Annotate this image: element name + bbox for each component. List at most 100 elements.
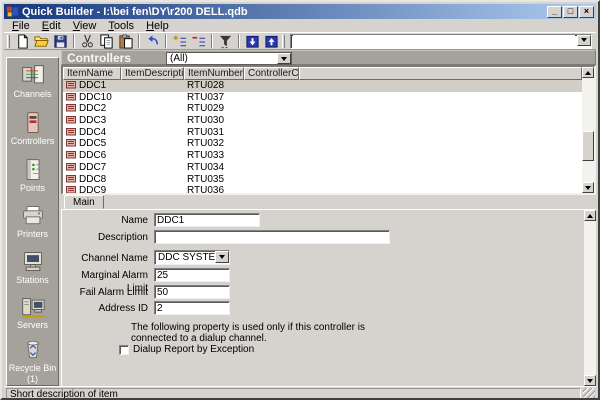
paste-button[interactable] bbox=[116, 33, 135, 49]
dialup-report-label: Dialup Report by Exception bbox=[133, 344, 254, 355]
cell-itemname: DDC2 bbox=[79, 103, 106, 114]
upload-button[interactable] bbox=[262, 33, 281, 49]
dialup-note-line1: The following property is used only if t… bbox=[131, 322, 365, 333]
table-row[interactable]: DDC1 RTU028 bbox=[63, 80, 594, 92]
cell-itemdescription bbox=[121, 185, 184, 195]
column-header-controllerchannel[interactable]: ControllerChann... bbox=[244, 67, 299, 80]
menu-help[interactable]: Help bbox=[140, 19, 175, 33]
cell-itemname: DDC7 bbox=[79, 162, 106, 173]
toolbar-gripper[interactable] bbox=[7, 35, 10, 48]
sidebar-item-recycle-bin[interactable]: Recycle Bin (1) bbox=[7, 338, 58, 384]
recycle-bin-count: (1) bbox=[7, 374, 58, 384]
table-row[interactable]: DDC7 RTU034 bbox=[63, 162, 594, 174]
list-scrollbar[interactable] bbox=[582, 67, 594, 193]
add-items-button[interactable] bbox=[170, 33, 189, 49]
open-button[interactable] bbox=[32, 33, 51, 49]
copy-button[interactable] bbox=[97, 33, 116, 49]
remove-items-icon bbox=[191, 34, 206, 49]
table-row[interactable]: DDC6 RTU033 bbox=[63, 150, 594, 162]
menu-file[interactable]: File bbox=[6, 19, 36, 33]
filter-combobox[interactable]: (All) bbox=[166, 52, 292, 65]
detail-scrollbar[interactable] bbox=[584, 210, 596, 386]
menu-edit[interactable]: Edit bbox=[36, 19, 67, 33]
cell-itemname: DDC4 bbox=[79, 127, 106, 138]
scroll-down-button[interactable] bbox=[584, 375, 596, 386]
scroll-down-button[interactable] bbox=[582, 182, 594, 193]
toolbar-combo-drop-button[interactable] bbox=[577, 35, 591, 46]
sidebar-item-controllers[interactable]: Controllers bbox=[7, 111, 58, 146]
remove-items-button[interactable] bbox=[189, 33, 208, 49]
table-row[interactable]: DDC10 RTU037 bbox=[63, 92, 594, 104]
scroll-up-button[interactable] bbox=[582, 67, 594, 78]
new-button[interactable] bbox=[13, 33, 32, 49]
sidebar-item-servers[interactable]: Servers bbox=[7, 295, 58, 330]
name-label: Name bbox=[62, 214, 148, 227]
undo-button[interactable] bbox=[143, 33, 162, 49]
arrow-up-icon bbox=[587, 214, 593, 218]
cut-button[interactable] bbox=[78, 33, 97, 49]
scrollbar-thumb[interactable] bbox=[582, 131, 594, 161]
table-row[interactable]: DDC3 RTU030 bbox=[63, 115, 594, 127]
minimize-button[interactable]: _ bbox=[547, 6, 562, 18]
name-field[interactable] bbox=[155, 214, 259, 226]
sidebar-item-printers[interactable]: Printers bbox=[7, 204, 58, 239]
close-button[interactable]: × bbox=[579, 6, 594, 18]
title-bar[interactable]: Quick Builder - I:\bei fen\DY\r200 DELL.… bbox=[4, 4, 596, 19]
description-label: Description bbox=[62, 231, 148, 244]
cell-itemdescription bbox=[121, 127, 184, 139]
fail-alarm-limit-field[interactable] bbox=[155, 286, 229, 298]
cell-itemnumber: RTU030 bbox=[184, 115, 244, 127]
scroll-up-button[interactable] bbox=[584, 210, 596, 221]
body: Channels Controllers bbox=[4, 50, 596, 386]
recycle-bin-icon bbox=[19, 338, 47, 362]
cell-itemname: DDC3 bbox=[79, 115, 106, 126]
dialup-report-checkbox[interactable] bbox=[119, 345, 129, 355]
copy-icon bbox=[99, 34, 114, 49]
sidebar-item-stations[interactable]: Stations bbox=[7, 250, 58, 285]
table-row[interactable]: DDC9 RTU036 bbox=[63, 185, 594, 195]
cell-itemnumber: RTU036 bbox=[184, 185, 244, 195]
toolbar-combo-input[interactable] bbox=[293, 35, 575, 46]
column-header-itemdescription[interactable]: ItemDescription bbox=[121, 67, 184, 80]
cell-itemnumber: RTU035 bbox=[184, 174, 244, 186]
resize-grip-icon[interactable] bbox=[583, 388, 595, 400]
download-icon bbox=[245, 34, 260, 49]
channel-name-drop-button[interactable] bbox=[215, 251, 229, 263]
printers-icon bbox=[19, 204, 47, 228]
download-button[interactable] bbox=[243, 33, 262, 49]
tab-main[interactable]: Main bbox=[64, 195, 104, 209]
column-header-itemname[interactable]: ItemName bbox=[63, 67, 121, 80]
sidebar-label: Controllers bbox=[7, 136, 58, 146]
toolbar-separator bbox=[211, 34, 213, 48]
address-id-field-wrap bbox=[154, 301, 230, 315]
table-row[interactable]: DDC4 RTU031 bbox=[63, 127, 594, 139]
channel-name-select[interactable]: DDC SYSTEM bbox=[154, 250, 230, 265]
filter-button[interactable] bbox=[216, 33, 235, 49]
table-row[interactable]: DDC5 RTU032 bbox=[63, 138, 594, 150]
sidebar-label: Stations bbox=[7, 275, 58, 285]
save-button[interactable] bbox=[51, 33, 70, 49]
cell-itemname: DDC8 bbox=[79, 174, 106, 185]
toolbar-gripper[interactable] bbox=[282, 35, 285, 48]
sidebar-item-points[interactable]: Points bbox=[7, 158, 58, 193]
maximize-button[interactable]: □ bbox=[563, 6, 578, 18]
cell-controllerchannel bbox=[244, 138, 299, 150]
sidebar-panel: Channels Controllers bbox=[6, 57, 59, 386]
table-row[interactable]: DDC2 RTU029 bbox=[63, 103, 594, 115]
description-field[interactable] bbox=[155, 231, 389, 243]
table-row[interactable]: DDC8 RTU035 bbox=[63, 174, 594, 186]
marginal-alarm-limit-field[interactable] bbox=[155, 269, 229, 281]
cell-itemdescription bbox=[121, 92, 184, 104]
column-header-itemnumber[interactable]: ItemNumber bbox=[184, 67, 244, 80]
menu-view[interactable]: View bbox=[67, 19, 103, 33]
sidebar-item-channels[interactable]: Channels bbox=[7, 64, 58, 99]
undo-arrow-icon bbox=[145, 34, 160, 49]
address-id-field[interactable] bbox=[155, 302, 229, 314]
add-items-icon bbox=[172, 34, 187, 49]
filter-drop-button[interactable] bbox=[277, 53, 291, 64]
fail-alarm-limit-label: Fail Alarm Limit bbox=[62, 286, 148, 299]
toolbar bbox=[4, 33, 596, 50]
menu-tools[interactable]: Tools bbox=[102, 19, 140, 33]
toolbar-combobox[interactable] bbox=[290, 34, 592, 49]
controller-item-icon bbox=[66, 185, 76, 195]
